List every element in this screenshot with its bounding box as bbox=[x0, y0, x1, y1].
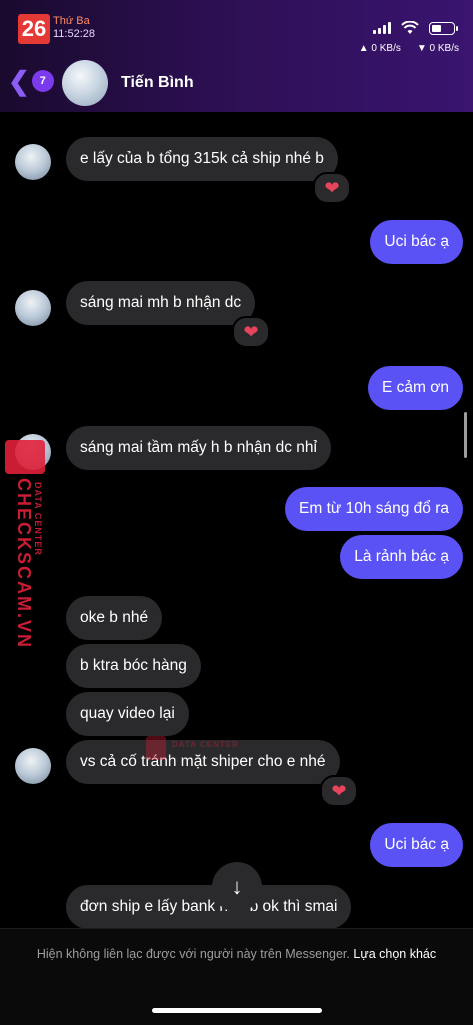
heart-reaction-icon[interactable]: ❤ bbox=[313, 172, 351, 204]
chevron-left-icon: ❮ bbox=[8, 66, 30, 96]
status-date-time: Thứ Ba 11:52:28 bbox=[53, 15, 95, 41]
watermark-text: CHECKSCAM.VN bbox=[14, 478, 34, 650]
unread-count-badge: 7 bbox=[31, 70, 54, 92]
watermark-center-text: DATA CENTER bbox=[172, 740, 239, 749]
watermark-subtext: DATA CENTER bbox=[33, 482, 43, 556]
clock-label: 11:52:28 bbox=[53, 28, 96, 40]
message-bubble[interactable]: quay video lại bbox=[66, 692, 189, 736]
heart-reaction-icon[interactable]: ❤ bbox=[320, 775, 358, 807]
message-bubble[interactable]: Em từ 10h sáng đổ ra bbox=[285, 487, 463, 531]
sender-avatar[interactable] bbox=[15, 748, 51, 784]
scrollbar[interactable] bbox=[464, 412, 467, 458]
home-indicator[interactable] bbox=[152, 1008, 322, 1013]
signal-icon bbox=[373, 22, 391, 34]
watermark-logo-icon bbox=[146, 736, 166, 760]
heart-reaction-icon[interactable]: ❤ bbox=[232, 316, 270, 348]
contact-avatar[interactable] bbox=[62, 60, 108, 106]
network-speeds: ▲ 0 KB/s ▼ 0 KB/s bbox=[359, 43, 459, 54]
message-bubble[interactable]: E cảm ơn bbox=[367, 366, 463, 410]
wifi-icon bbox=[401, 21, 419, 34]
notice-message: Hiện không liên lạc được với người này t… bbox=[36, 947, 350, 961]
message-bubble[interactable]: oke b nhé bbox=[66, 596, 163, 640]
back-button[interactable]: ❮ 7 bbox=[8, 68, 54, 94]
other-options-link[interactable]: Lựa chọn khác bbox=[353, 947, 436, 961]
upload-speed: ▲ 0 KB/s bbox=[358, 43, 401, 54]
message-bubble[interactable]: Uci bác ạ bbox=[370, 220, 463, 264]
message-bubble[interactable]: Là rảnh bác ạ bbox=[340, 535, 463, 579]
arrow-down-icon: ↓ bbox=[231, 874, 243, 899]
watermark-logo-icon bbox=[5, 440, 45, 474]
message-bubble[interactable]: sáng mai mh b nhận dc bbox=[66, 281, 256, 325]
weekday-label: Thứ Ba bbox=[53, 15, 90, 27]
watermark: CHECKSCAM.VN DATA CENTER bbox=[5, 440, 49, 649]
notice-text: Hiện không liên lạc được với người này t… bbox=[30, 945, 443, 964]
battery-icon bbox=[429, 21, 458, 35]
message-bubble[interactable]: sáng mai tầm mấy h b nhận dc nhỉ bbox=[66, 426, 331, 470]
sender-avatar[interactable] bbox=[15, 144, 51, 180]
sender-avatar[interactable] bbox=[15, 290, 51, 326]
scroll-to-bottom-button[interactable]: ↓ bbox=[212, 862, 262, 912]
chat-header: 26 Thứ Ba 11:52:28 ▲ 0 KB/s ▼ 0 KB/s ❮ 7… bbox=[0, 0, 473, 112]
status-icons bbox=[373, 18, 458, 38]
message-bubble[interactable]: e lấy của b tổng 315k cả ship nhé b bbox=[66, 137, 338, 181]
download-speed: ▼ 0 KB/s bbox=[416, 43, 459, 54]
watermark-center: DATA CENTER bbox=[146, 736, 246, 772]
message-bubble[interactable]: b ktra bóc hàng bbox=[66, 644, 201, 688]
date-badge: 26 bbox=[18, 14, 50, 44]
contact-name[interactable]: Tiến Bình bbox=[121, 74, 194, 92]
message-bubble[interactable]: đơn ship e lấy bank nhé b ok thì smai bbox=[66, 885, 352, 929]
message-bubble[interactable]: Uci bác ạ bbox=[370, 823, 463, 867]
